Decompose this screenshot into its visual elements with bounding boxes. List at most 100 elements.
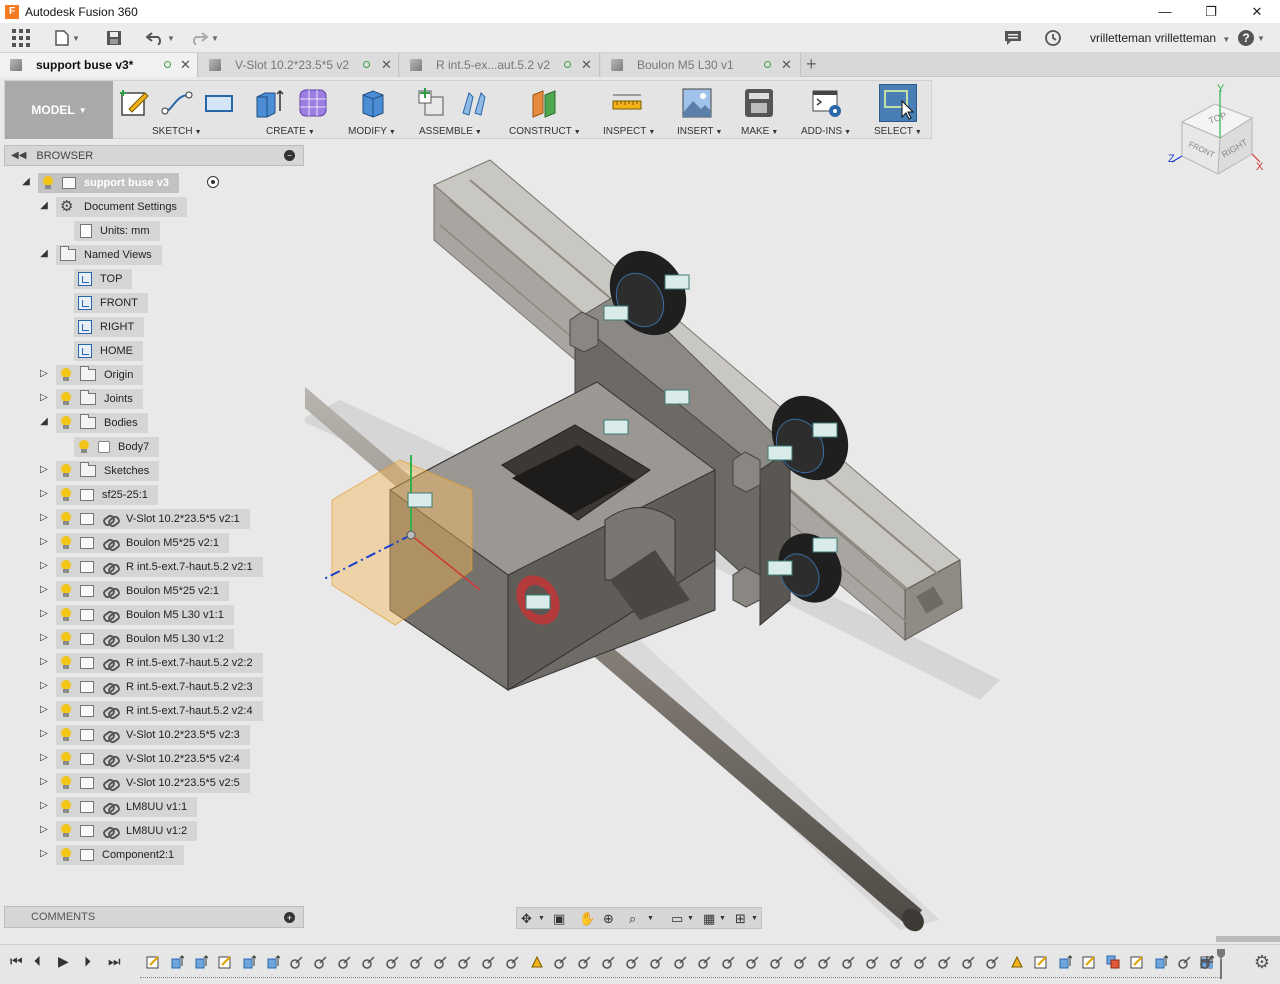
timeline-joint-icon[interactable] [842, 955, 856, 969]
add-comment-button[interactable]: + [284, 912, 295, 923]
timeline-joint-icon[interactable] [890, 955, 904, 969]
timeline-sketch-icon[interactable] [1034, 955, 1048, 969]
expand-toggle-icon[interactable]: ▷ [38, 536, 50, 547]
timeline-sketch-icon[interactable] [1082, 955, 1096, 969]
modify-menu[interactable]: MODIFY ▼ [348, 126, 396, 137]
timeline-combine-icon[interactable] [1106, 955, 1120, 969]
expand-toggle-icon[interactable]: ▷ [38, 512, 50, 523]
visibility-bulb-icon[interactable] [42, 176, 54, 190]
go-to-end-icon[interactable]: ⏭ [108, 953, 121, 970]
expand-toggle-icon[interactable]: ▷ [38, 560, 50, 571]
expand-toggle-icon[interactable]: ▷ [38, 776, 50, 787]
tree-node-component[interactable]: R int.5-ext.7-haut.5.2 v2:4 [56, 701, 263, 721]
select-tool-button[interactable] [879, 84, 917, 122]
timeline-joint-icon[interactable] [746, 955, 760, 969]
timeline-marker[interactable] [1217, 949, 1225, 979]
select-menu[interactable]: SELECT ▼ [874, 126, 922, 137]
expand-toggle-icon[interactable]: ◢ [38, 416, 50, 427]
tab-v-slot[interactable]: V-Slot 10.2*23.5*5 v2 ✕ [199, 53, 399, 77]
play-icon[interactable]: ▶ [58, 953, 69, 970]
visibility-bulb-icon[interactable] [60, 584, 72, 598]
expand-toggle-icon[interactable]: ▷ [38, 824, 50, 835]
joint-glyph-icon[interactable] [525, 594, 551, 610]
timeline-joint-icon[interactable] [554, 955, 568, 969]
timeline-extrude-icon[interactable] [194, 955, 208, 969]
minimize-button[interactable]: — [1142, 0, 1188, 23]
construct-menu[interactable]: CONSTRUCT ▼ [509, 126, 581, 137]
visibility-bulb-icon[interactable] [60, 800, 72, 814]
expand-toggle-icon[interactable]: ◢ [38, 248, 50, 259]
expand-toggle-icon[interactable]: ▷ [38, 464, 50, 475]
origin-point[interactable] [406, 530, 416, 540]
inspect-menu[interactable]: INSPECT ▼ [603, 126, 655, 137]
timeline-joint-icon[interactable] [770, 955, 784, 969]
tree-node-view-home[interactable]: HOME [74, 341, 143, 361]
insert-menu[interactable]: INSERT ▼ [677, 126, 722, 137]
zoom-icon[interactable]: ⊕ [603, 911, 614, 927]
create-menu[interactable]: CREATE ▼ [266, 126, 315, 137]
undo-button[interactable]: ▼ [146, 29, 175, 47]
orbit-icon[interactable]: ✥ [521, 911, 532, 927]
timeline-joint-icon[interactable] [602, 955, 616, 969]
timeline-scrollbar[interactable] [1216, 936, 1280, 942]
extrude-icon[interactable] [253, 87, 285, 119]
new-component-icon[interactable] [415, 87, 447, 119]
bolt-head[interactable] [732, 451, 761, 493]
tree-node-component[interactable]: Component2:1 [56, 845, 185, 865]
collapse-panel-icon[interactable]: ◀◀ [11, 150, 26, 161]
tree-node-component[interactable]: R int.5-ext.7-haut.5.2 v2:1 [56, 557, 263, 577]
tree-node-component[interactable]: V-Slot 10.2*23.5*5 v2:3 [56, 725, 250, 745]
timeline-joint-icon[interactable] [362, 955, 376, 969]
timeline-joint-icon[interactable] [506, 955, 520, 969]
viewports-icon[interactable]: ⊞ [735, 911, 746, 927]
timeline-joint-icon[interactable] [962, 955, 976, 969]
3d-print-icon[interactable] [743, 87, 775, 119]
joint-glyph-icon[interactable] [812, 422, 838, 438]
tree-node-view-right[interactable]: RIGHT [74, 317, 145, 337]
form-icon[interactable] [297, 87, 329, 119]
timeline-joint-icon[interactable] [914, 955, 928, 969]
visibility-bulb-icon[interactable] [60, 752, 72, 766]
assemble-menu[interactable]: ASSEMBLE ▼ [419, 126, 482, 137]
tree-node-view-front[interactable]: FRONT [74, 293, 148, 313]
tree-node-component[interactable]: Boulon M5 L30 v1:1 [56, 605, 234, 625]
visibility-bulb-icon[interactable] [60, 824, 72, 838]
visibility-bulb-icon[interactable] [60, 560, 72, 574]
bolt-head[interactable] [569, 311, 599, 353]
timeline-joint-icon[interactable] [338, 955, 352, 969]
chevron-down-icon[interactable]: ▼ [751, 915, 758, 922]
tree-node-component[interactable]: V-Slot 10.2*23.5*5 v2:5 [56, 773, 250, 793]
tree-node-component[interactable]: Boulon M5*25 v2:1 [56, 533, 229, 553]
joint-glyph-icon[interactable] [767, 445, 793, 461]
timeline-rigid-icon[interactable] [1010, 955, 1024, 969]
visibility-bulb-icon[interactable] [60, 536, 72, 550]
view-cube[interactable]: TOP FRONT RIGHT Y Z X [1160, 82, 1270, 182]
close-icon[interactable]: ✕ [581, 57, 592, 73]
timeline-joint-icon[interactable] [314, 955, 328, 969]
tab-boulon[interactable]: Boulon M5 L30 v1 ✕ [601, 53, 801, 77]
timeline-joint-icon[interactable] [1178, 955, 1192, 969]
tree-node-component[interactable]: Boulon M5*25 v2:1 [56, 581, 229, 601]
tree-node-component[interactable]: LM8UU v1:2 [56, 821, 198, 841]
expand-toggle-icon[interactable]: ▷ [38, 848, 50, 859]
timeline-joint-icon[interactable] [386, 955, 400, 969]
timeline-joint-icon[interactable] [290, 955, 304, 969]
visibility-bulb-icon[interactable] [60, 704, 72, 718]
data-panel-button[interactable] [12, 29, 30, 47]
timeline-rigid-icon[interactable] [530, 955, 544, 969]
tree-node-origin[interactable]: Origin [56, 365, 144, 385]
timeline-joint-icon[interactable] [794, 955, 808, 969]
expand-toggle-icon[interactable]: ▷ [38, 704, 50, 715]
joint-glyph-icon[interactable] [812, 537, 838, 553]
add-ins-menu[interactable]: ADD-INS ▼ [801, 126, 851, 137]
visibility-bulb-icon[interactable] [60, 776, 72, 790]
tree-node-body7[interactable]: Body7 [74, 437, 160, 457]
close-button[interactable]: ✕ [1234, 0, 1280, 23]
timeline-joint-icon[interactable] [1200, 955, 1214, 969]
chevron-down-icon[interactable]: ▼ [719, 915, 726, 922]
activate-radio-icon[interactable] [207, 176, 219, 188]
joint-glyph-icon[interactable] [664, 274, 690, 290]
tab-r-int[interactable]: R int.5-ex...aut.5.2 v2 ✕ [400, 53, 600, 77]
redo-button[interactable]: ▼ [190, 29, 219, 47]
joint-glyph-icon[interactable] [603, 419, 629, 435]
